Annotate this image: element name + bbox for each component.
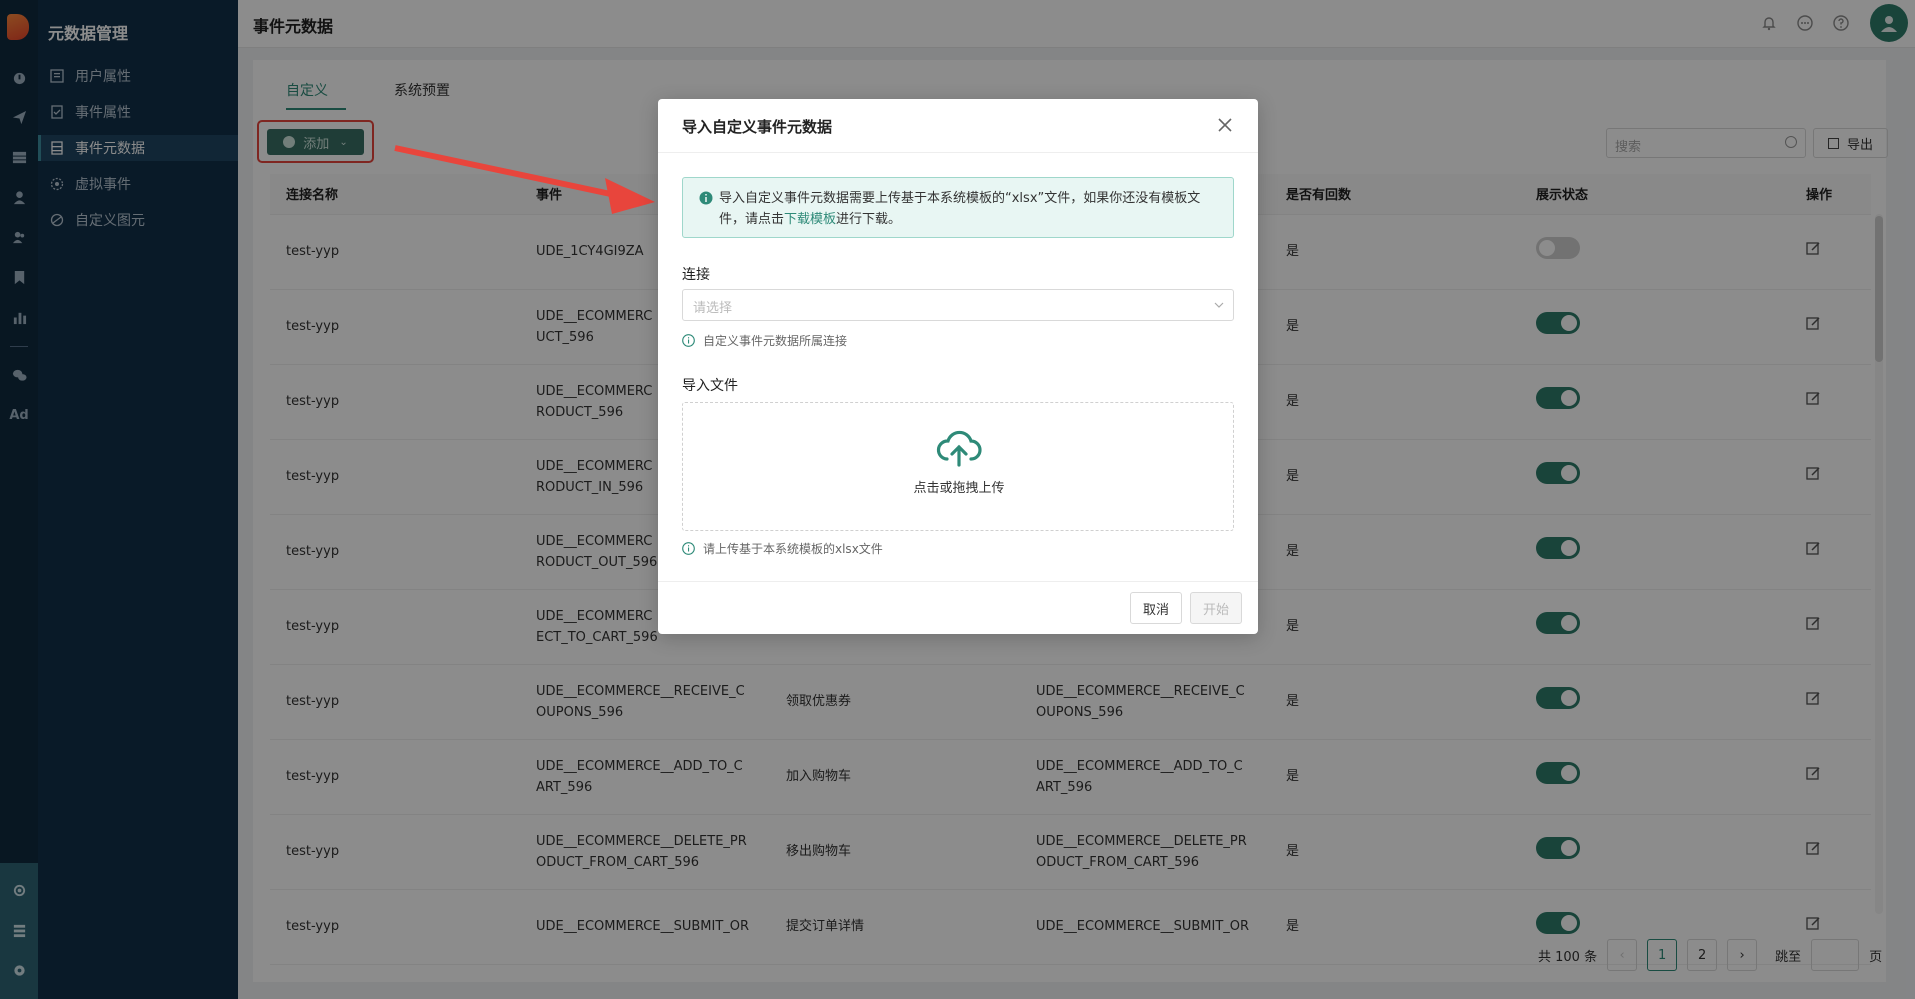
start-button[interactable]: 开始 <box>1190 592 1242 624</box>
info-circle-icon <box>682 334 695 347</box>
annotation-arrow <box>394 145 655 214</box>
import-dialog: 导入自定义事件元数据 导入自定义事件元数据需要上传基于本系统模板的“xlsx”文… <box>658 99 1258 634</box>
upload-text: 点击或拖拽上传 <box>913 481 1005 496</box>
download-template-link[interactable]: 下载模板 <box>784 212 836 227</box>
cancel-button[interactable]: 取消 <box>1130 592 1182 624</box>
info-icon <box>699 191 713 205</box>
connection-hint-text: 自定义事件元数据所属连接 <box>703 334 848 348</box>
cloud-upload-icon <box>936 430 982 467</box>
connection-select[interactable]: 请选择 <box>682 289 1234 321</box>
upload-dropzone[interactable]: 点击或拖拽上传 <box>682 402 1234 531</box>
connection-label: 连接 <box>682 267 710 283</box>
file-label: 导入文件 <box>682 378 738 394</box>
connection-hint: 自定义事件元数据所属连接 <box>682 332 847 349</box>
connection-placeholder: 请选择 <box>693 301 733 316</box>
close-icon[interactable] <box>1216 116 1234 134</box>
dialog-title: 导入自定义事件元数据 <box>682 118 833 136</box>
dialog-header: 导入自定义事件元数据 <box>658 99 1258 153</box>
chevron-down-icon <box>1214 302 1224 308</box>
alert-tail: 进行下载。 <box>836 212 902 227</box>
info-circle-icon <box>682 542 695 555</box>
dialog-footer: 取消 开始 <box>658 581 1258 634</box>
file-hint: 请上传基于本系统模板的xlsx文件 <box>682 540 883 557</box>
file-hint-text: 请上传基于本系统模板的xlsx文件 <box>703 542 883 556</box>
info-alert: 导入自定义事件元数据需要上传基于本系统模板的“xlsx”文件，如果你还没有模板文… <box>682 177 1234 238</box>
